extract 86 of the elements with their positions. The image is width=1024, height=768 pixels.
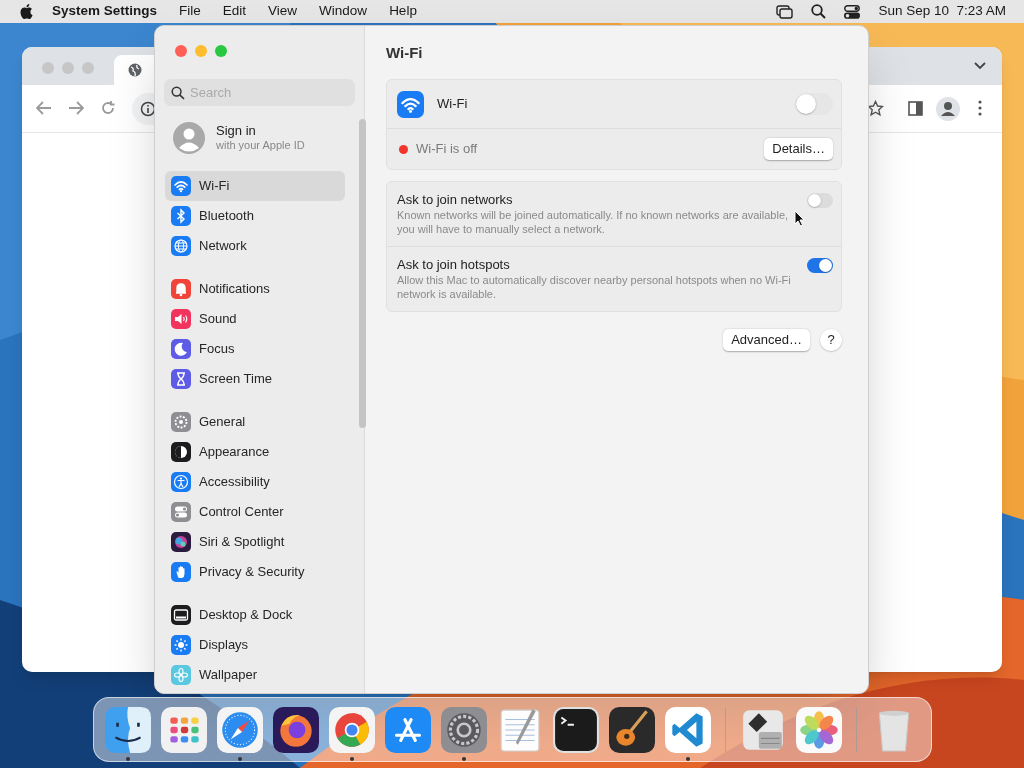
sidebar-item[interactable]: Network (165, 231, 345, 261)
dock-icon (171, 605, 191, 625)
globe-icon (128, 63, 142, 77)
sidebar-item[interactable]: Siri & Spotlight (165, 527, 345, 557)
code-editor-icon[interactable] (665, 706, 711, 753)
pointer-icon (794, 210, 805, 227)
bluetooth-icon (171, 206, 191, 226)
toggle-switch[interactable] (807, 258, 833, 273)
search-icon[interactable] (811, 4, 827, 19)
windows-icon[interactable] (776, 4, 794, 19)
menu-item[interactable]: View (268, 1, 298, 22)
wifi-status: Wi-Fi is off (416, 140, 479, 159)
sidebar-item[interactable]: Displays (165, 630, 345, 660)
sidebar-item[interactable]: Wi-Fi (165, 171, 345, 201)
guitar-icon[interactable] (609, 706, 655, 753)
orb-icon (171, 532, 191, 552)
sidebar-item[interactable]: Focus (165, 334, 345, 364)
info-icon (140, 101, 156, 117)
option-description: Allow this Mac to automatically discover nearby personal hotspots when no Wi-Fi network is available. (397, 273, 792, 301)
apple-icon[interactable] (20, 3, 34, 20)
gear-icon[interactable] (441, 706, 487, 753)
reload-icon[interactable] (100, 100, 116, 116)
sidebar-item[interactable]: Appearance (165, 437, 345, 467)
menu-item[interactable]: File (179, 1, 201, 22)
wifi-icon (397, 90, 424, 118)
wifi-icon (171, 176, 191, 196)
sidebar-item[interactable]: Accessibility (165, 467, 345, 497)
toggle-switch[interactable] (795, 93, 833, 115)
face-icon[interactable] (105, 706, 151, 753)
profile-icon[interactable] (936, 97, 960, 121)
forward-icon[interactable] (68, 101, 84, 115)
sidebar-item[interactable]: Wallpaper (165, 660, 345, 690)
sign-in-item[interactable]: Sign in with your Apple ID (165, 118, 354, 158)
menu-item[interactable]: Edit (222, 1, 247, 22)
page-title: Wi-Fi (386, 43, 424, 62)
flower-icon[interactable] (796, 706, 842, 753)
wifi-label: Wi-Fi (437, 95, 469, 114)
sidebar-item[interactable]: Screen Time (165, 364, 345, 394)
side-panel-icon[interactable] (908, 101, 923, 116)
bell-icon (171, 279, 191, 299)
toggle-switch[interactable] (807, 193, 833, 208)
search-icon (171, 86, 185, 100)
app-menu[interactable]: System Settings (52, 1, 158, 22)
menu-item[interactable]: Help (389, 1, 417, 22)
moon-icon (171, 339, 191, 359)
sidebar-item[interactable]: Privacy & Security (165, 557, 345, 587)
sidebar-item[interactable]: Desktop & Dock (165, 600, 345, 630)
sidebar-item[interactable]: General (165, 407, 345, 437)
contrast-icon (171, 442, 191, 462)
menu-item[interactable]: Window (319, 1, 368, 22)
avatar-icon (173, 122, 205, 154)
gear-icon (171, 412, 191, 432)
speaker-icon (171, 309, 191, 329)
close-button[interactable] (175, 45, 187, 57)
star-icon[interactable] (867, 100, 884, 117)
person-icon (171, 472, 191, 492)
compass-icon[interactable] (217, 706, 263, 753)
a-shape-icon[interactable] (385, 706, 431, 753)
hand-icon (171, 562, 191, 582)
option-title: Ask to join networks (397, 191, 514, 208)
advanced-button[interactable]: Advanced… (723, 329, 810, 351)
sidebar-item[interactable]: Bluetooth (165, 201, 345, 231)
scrollbar-thumb[interactable] (359, 119, 366, 428)
toggles-icon (171, 502, 191, 522)
hourglass-icon (171, 369, 191, 389)
option-description: Known networks will be joined automatically. If no known networks are available, you will have to manually select a network. (397, 208, 790, 236)
terminal-icon[interactable] (553, 706, 599, 753)
sidebar-item[interactable]: Notifications (165, 274, 345, 304)
globe-icon (171, 236, 191, 256)
sidebar-item[interactable]: Sound (165, 304, 345, 334)
sun-icon (171, 635, 191, 655)
menu-clock[interactable]: Sun Sep 10 7:23 AM (878, 1, 1006, 22)
chevron-down-icon[interactable] (974, 62, 986, 70)
address-bar[interactable] (132, 93, 154, 125)
ring-logo-icon[interactable] (329, 706, 375, 753)
help-button[interactable]: ? (820, 329, 842, 351)
back-icon[interactable] (36, 101, 52, 115)
fox-globe-icon[interactable] (273, 706, 319, 753)
details-button[interactable]: Details… (764, 138, 833, 160)
control-center-icon[interactable] (844, 4, 861, 19)
option-title: Ask to join hotspots (397, 256, 511, 273)
flower-icon (171, 665, 191, 685)
more-icon[interactable] (978, 100, 982, 116)
app-grid-icon[interactable] (161, 706, 207, 753)
sidebar-item[interactable]: Control Center (165, 497, 345, 527)
browser-tab[interactable] (114, 55, 154, 85)
